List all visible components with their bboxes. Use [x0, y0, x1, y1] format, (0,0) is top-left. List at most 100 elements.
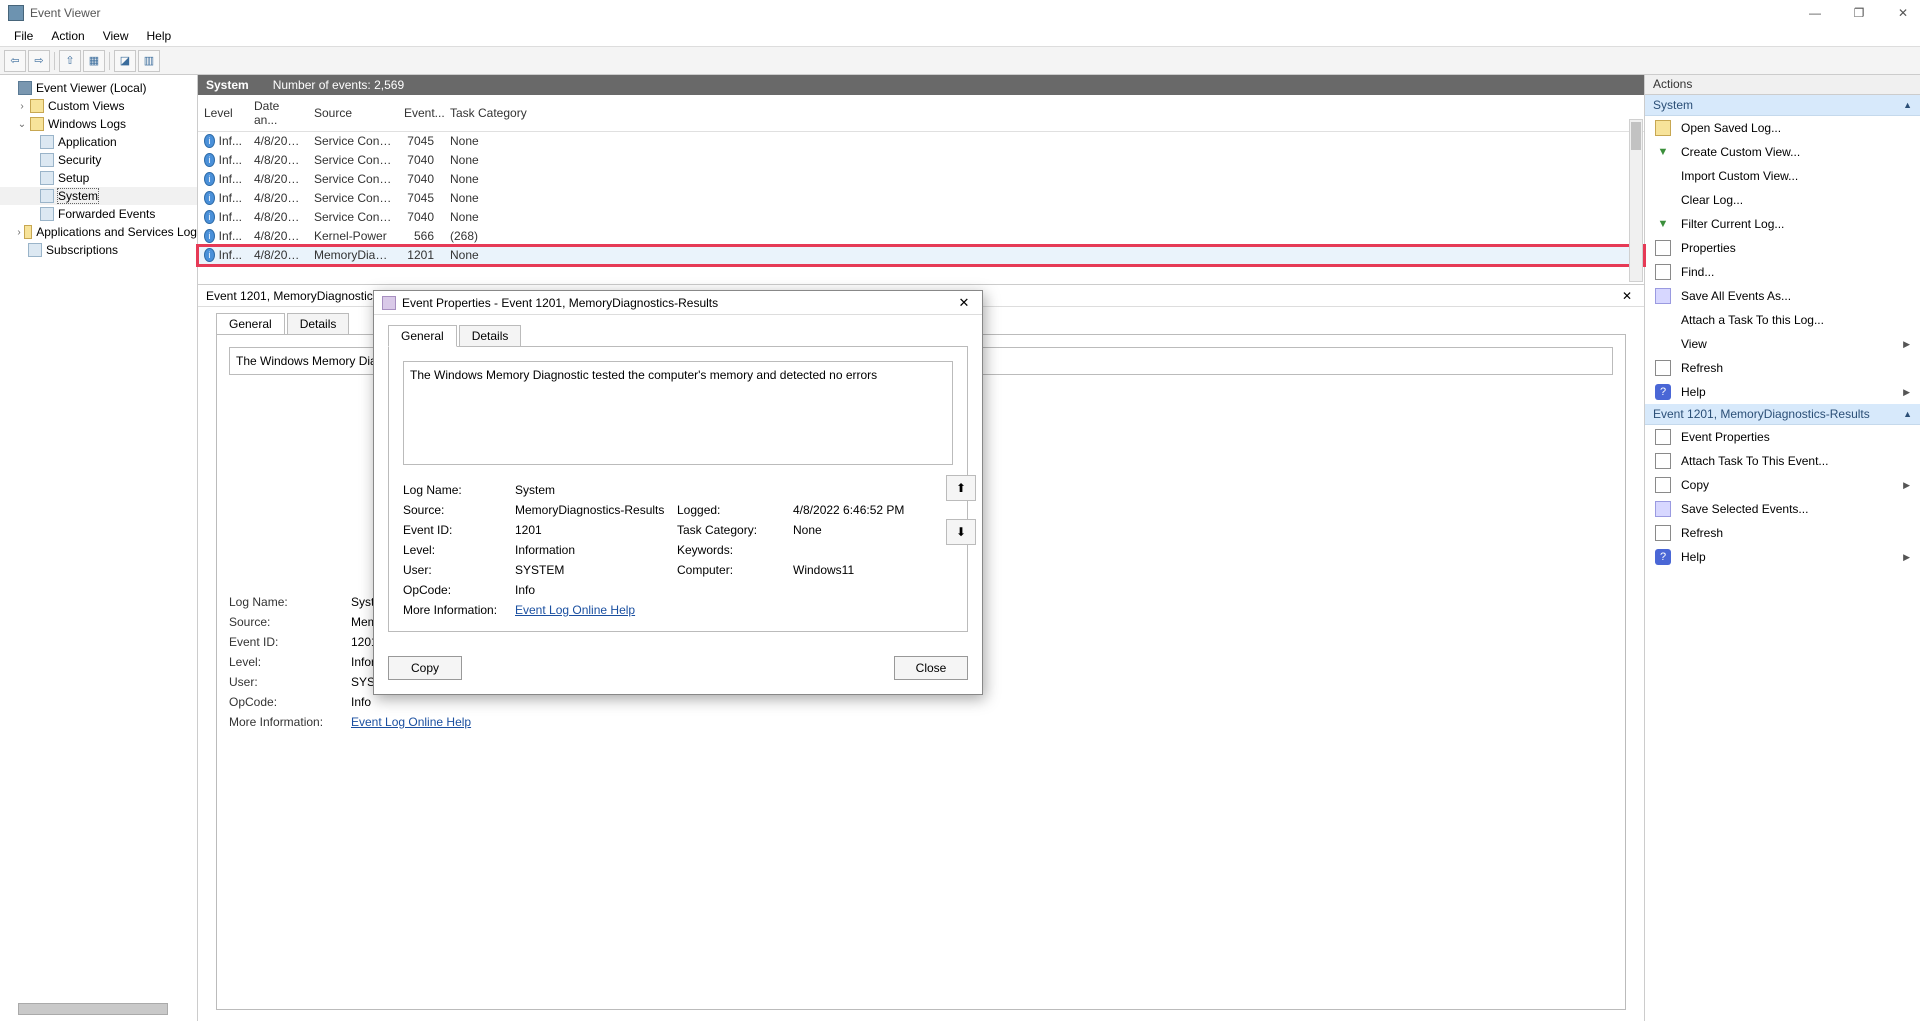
event-row[interactable]: iInf...4/8/202...Service Contr...7045Non…	[198, 132, 1644, 151]
tree-twisty-icon[interactable]: ›	[16, 227, 22, 238]
cell-eventid: 7040	[398, 170, 444, 189]
cell-eventid: 7040	[398, 208, 444, 227]
toolbar-separator	[54, 52, 55, 70]
close-button[interactable]: Close	[894, 656, 968, 680]
action-item[interactable]: Event Properties	[1645, 425, 1920, 449]
cell-task: None	[444, 170, 1644, 189]
cell-date: 4/8/202...	[248, 132, 308, 151]
tree-twisty-icon[interactable]: ›	[16, 101, 28, 112]
square-icon	[1655, 360, 1671, 376]
col-date[interactable]: Date an...	[248, 95, 308, 132]
event-row[interactable]: iInf...4/8/202...Service Contr...7040Non…	[198, 208, 1644, 227]
back-button[interactable]: ⇦	[4, 50, 26, 72]
action-item[interactable]: Clear Log...	[1645, 188, 1920, 212]
tree-subscriptions[interactable]: Subscriptions	[0, 241, 197, 259]
tree-log-system[interactable]: System	[0, 187, 197, 205]
dialog-titlebar[interactable]: Event Properties - Event 1201, MemoryDia…	[374, 291, 982, 315]
action-item[interactable]: View▶	[1645, 332, 1920, 356]
event-row[interactable]: iInf...4/8/202...Service Contr...7040Non…	[198, 151, 1644, 170]
open-icon	[1655, 120, 1671, 136]
action-label: Save Selected Events...	[1681, 502, 1808, 516]
copy-button[interactable]: Copy	[388, 656, 462, 680]
tree-label: Subscriptions	[46, 243, 118, 257]
cell-level: Inf...	[219, 153, 242, 167]
prop-value: SYSTEM	[515, 563, 669, 577]
action-item[interactable]: ▼Filter Current Log...	[1645, 212, 1920, 236]
col-eventid[interactable]: Event...	[398, 95, 444, 132]
col-level[interactable]: Level	[198, 95, 248, 132]
preview-close-button[interactable]: ✕	[1618, 289, 1636, 303]
showhide-actions-button[interactable]: ▥	[138, 50, 160, 72]
next-event-button[interactable]: ⬇	[946, 519, 976, 545]
tree-log-application[interactable]: Application	[0, 133, 197, 151]
cell-source: Service Contr...	[308, 132, 398, 151]
action-item[interactable]: ▼Create Custom View...	[1645, 140, 1920, 164]
tree-root[interactable]: Event Viewer (Local)	[0, 79, 197, 97]
action-item[interactable]: Import Custom View...	[1645, 164, 1920, 188]
dialog-tab-details[interactable]: Details	[459, 325, 522, 347]
tree-apps-services[interactable]: › Applications and Services Log	[0, 223, 197, 241]
eventviewer-icon	[18, 81, 32, 95]
tree-twisty-icon[interactable]: ⌄	[16, 119, 28, 130]
dialog-tab-general[interactable]: General	[388, 325, 457, 347]
submenu-arrow-icon: ▶	[1903, 339, 1910, 350]
menu-view[interactable]: View	[95, 27, 137, 45]
actions-section-event[interactable]: Event 1201, MemoryDiagnostics-Results ▲	[1645, 404, 1920, 425]
action-item[interactable]: Open Saved Log...	[1645, 116, 1920, 140]
action-item[interactable]: Attach a Task To this Log...	[1645, 308, 1920, 332]
minimize-button[interactable]: —	[1806, 6, 1824, 20]
log-icon	[40, 189, 54, 203]
prop-value: 1201	[515, 523, 669, 537]
action-item[interactable]: ?Help▶	[1645, 545, 1920, 569]
tree-log-forwarded[interactable]: Forwarded Events	[0, 205, 197, 223]
tab-general[interactable]: General	[216, 313, 285, 334]
col-task[interactable]: Task Category	[444, 95, 1644, 132]
tree-scrollbar[interactable]	[18, 1003, 168, 1015]
action-item[interactable]: ?Help▶	[1645, 380, 1920, 404]
prev-event-button[interactable]: ⬆	[946, 475, 976, 501]
event-row[interactable]: iInf...4/8/202...Service Contr...7045Non…	[198, 189, 1644, 208]
event-row[interactable]: iInf...4/8/202...Service Contr...7040Non…	[198, 170, 1644, 189]
scrollbar-thumb[interactable]	[1631, 122, 1641, 150]
action-item[interactable]: Save Selected Events...	[1645, 497, 1920, 521]
tree-custom-views[interactable]: › Custom Views	[0, 97, 197, 115]
action-item[interactable]: Save All Events As...	[1645, 284, 1920, 308]
action-item[interactable]: Find...	[1645, 260, 1920, 284]
menu-action[interactable]: Action	[43, 27, 92, 45]
tree-log-security[interactable]: Security	[0, 151, 197, 169]
showhide-tree-button[interactable]: ▦	[83, 50, 105, 72]
dialog-close-button[interactable]: ✕	[954, 295, 974, 311]
tab-details[interactable]: Details	[287, 313, 350, 334]
tree-windows-logs[interactable]: ⌄ Windows Logs	[0, 115, 197, 133]
cell-date: 4/8/202...	[248, 151, 308, 170]
close-button[interactable]: ✕	[1894, 6, 1912, 20]
action-item[interactable]: Refresh	[1645, 356, 1920, 380]
action-item[interactable]: Attach Task To This Event...	[1645, 449, 1920, 473]
action-item[interactable]: Copy▶	[1645, 473, 1920, 497]
blank-icon	[1655, 336, 1671, 352]
action-item[interactable]: Properties	[1645, 236, 1920, 260]
actions-header: Actions	[1645, 75, 1920, 95]
maximize-button[interactable]: ❐	[1850, 6, 1868, 20]
eventlist-scrollbar[interactable]	[1629, 119, 1643, 282]
tree-log-setup[interactable]: Setup	[0, 169, 197, 187]
prop-label: Level:	[229, 655, 339, 669]
menu-file[interactable]: File	[6, 27, 41, 45]
action-label: Clear Log...	[1681, 193, 1743, 207]
event-row[interactable]: iInf...4/8/202...Kernel-Power566(268)	[198, 227, 1644, 246]
up-button[interactable]: ⇧	[59, 50, 81, 72]
event-row[interactable]: iInf...4/8/202...MemoryDiag...1201None	[198, 246, 1644, 265]
properties-button[interactable]: ◪	[114, 50, 136, 72]
col-source[interactable]: Source	[308, 95, 398, 132]
online-help-link[interactable]: Event Log Online Help	[515, 603, 635, 617]
submenu-arrow-icon: ▶	[1903, 552, 1910, 563]
online-help-link[interactable]: Event Log Online Help	[351, 715, 471, 729]
log-icon	[28, 243, 42, 257]
prop-label: Event ID:	[403, 523, 507, 537]
action-item[interactable]: Refresh	[1645, 521, 1920, 545]
forward-button[interactable]: ⇨	[28, 50, 50, 72]
menu-help[interactable]: Help	[139, 27, 180, 45]
cell-date: 4/8/202...	[248, 246, 308, 265]
log-header-name: System	[206, 78, 249, 92]
actions-section-system[interactable]: System ▲	[1645, 95, 1920, 116]
